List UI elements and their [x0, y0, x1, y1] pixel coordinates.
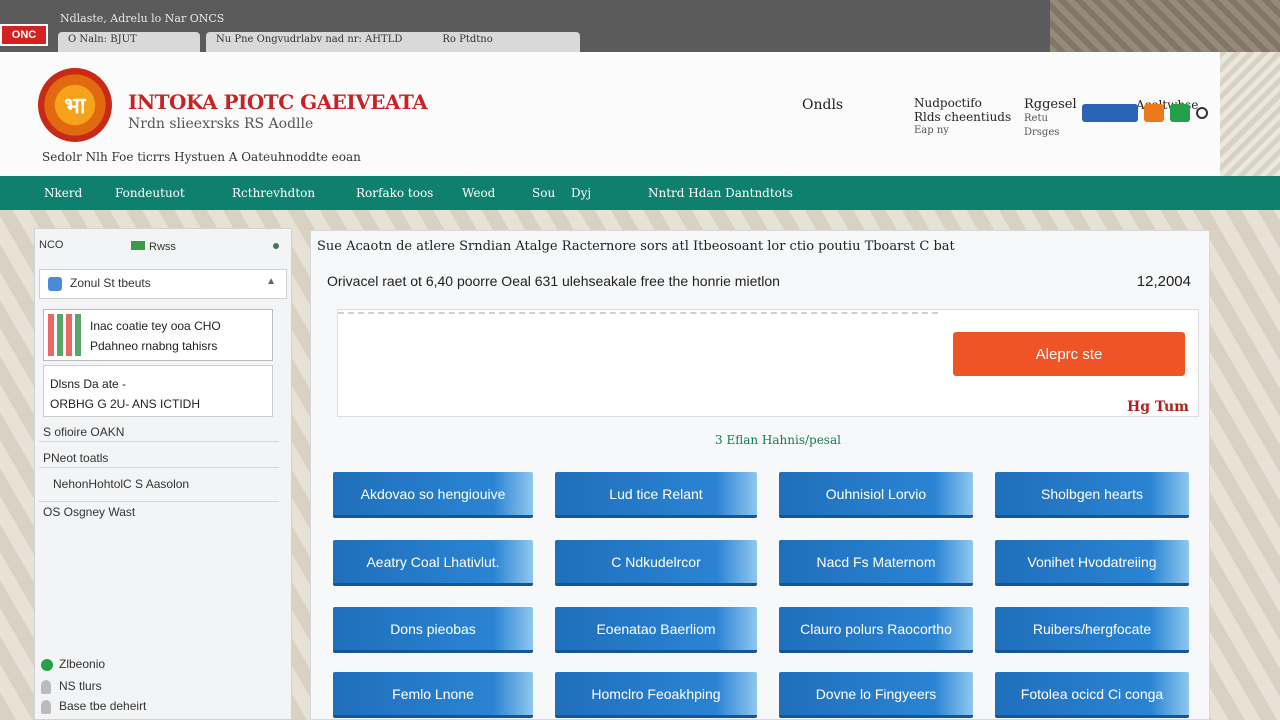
header-link-2-line1: Nudpoctifo: [914, 96, 982, 110]
service-button[interactable]: C Ndkudelrcor: [555, 540, 757, 586]
header-link-3[interactable]: Rggesel Retu Drsges: [1024, 98, 1077, 140]
main-navigation: Nkerd Fondeutuot Rcthrevhdton Rorfako to…: [0, 176, 1280, 210]
site-subtitle: Nrdn slieexrsks RS Aodlle: [128, 116, 314, 132]
logo-tab[interactable]: ONC: [0, 24, 48, 46]
service-button[interactable]: Sholbgen hearts: [995, 472, 1189, 518]
reference-code: 12,2004: [1136, 273, 1191, 290]
language-toggle-icon[interactable]: [1082, 104, 1138, 122]
sidebar-bottom-3[interactable]: Base tbe deheirt: [41, 699, 146, 714]
sidebar-bottom-3-label: Base tbe deheirt: [59, 699, 147, 713]
card1-line2: Pdahneo rnabng tahisrs: [90, 339, 218, 353]
sidebar-card-2[interactable]: Dlsns Da ate - ORBHG G 2U- ANS ICTIDH: [43, 365, 273, 417]
sidebar-bottom-1-label: Zlbeonio: [59, 657, 106, 671]
divider: [39, 501, 279, 502]
service-button[interactable]: Homclro Feoakhping: [555, 672, 757, 718]
map-decoration: [1050, 0, 1280, 52]
sidebar-select-label: Zonul St tbeuts: [70, 276, 151, 290]
service-button[interactable]: Ouhnisiol Lorvio: [779, 472, 973, 518]
service-button[interactable]: Nacd Fs Maternom: [779, 540, 973, 586]
header-link-2[interactable]: Nudpoctifo Rlds cheentiuds Eap ny: [914, 96, 1011, 138]
nav-item-5[interactable]: Weod: [462, 186, 495, 200]
site-title: INTOKA PIOTC GAEIVEATA: [128, 90, 428, 114]
contrast-icon[interactable]: [1170, 104, 1190, 122]
tab-1[interactable]: O Naln: BJUT: [58, 32, 200, 52]
sidebar-card-1[interactable]: Inac coatie tey ooa CHO Pdahneo rnabng t…: [43, 309, 273, 361]
location-icon: [48, 276, 62, 291]
header-link-3-line1: Rggesel: [1024, 97, 1077, 112]
browser-top-strip: Ndlaste, Adrelu lo Nar ONCS ONC O Naln: …: [0, 0, 1280, 52]
sidebar-head-label: Rwss: [149, 241, 176, 253]
site-tagline: Sedolr Nlh Foe ticrrs Hystuen A Oateuhno…: [42, 150, 361, 164]
sidebar-select[interactable]: Zonul St tbeuts ▲: [39, 269, 287, 299]
tab-2-label: Nu Pne Ongvudrlabv nad nr: AHTLD: [216, 34, 403, 45]
service-button[interactable]: Fotolea ocicd Ci conga: [995, 672, 1189, 718]
apply-button[interactable]: Aleprc ste: [953, 332, 1185, 376]
header-link-3-line3: Drsges: [1024, 127, 1060, 138]
header-link-2-line3: Eap ny: [914, 125, 949, 136]
tab-3-label: Ro Ptdtno: [442, 34, 493, 45]
service-button[interactable]: Dons pieobas: [333, 607, 533, 653]
search-input[interactable]: [338, 310, 938, 314]
sidebar-head-number: NCO: [39, 239, 64, 251]
header-link-2-line2: Rlds cheentiuds: [914, 110, 1012, 124]
accessibility-icon[interactable]: [1144, 104, 1164, 122]
settings-ring-icon[interactable]: [1196, 107, 1208, 119]
divider: [39, 441, 279, 442]
main-panel: Sue Acaotn de atlere Srndian Atalge Ract…: [310, 230, 1210, 720]
nav-item-7[interactable]: Dyj: [571, 186, 591, 200]
nav-item-3[interactable]: Rcthrevhdton: [232, 186, 315, 200]
tab-2[interactable]: Nu Pne Ongvudrlabv nad nr: AHTLD Ro Ptdtn…: [206, 32, 580, 52]
nav-item-6[interactable]: Sou: [532, 186, 555, 200]
nav-item-2[interactable]: Fondeutuot: [115, 186, 185, 200]
header-link-3-line2: Retu: [1024, 113, 1048, 124]
service-button[interactable]: Femlo Lnone: [333, 672, 533, 718]
divider: [39, 467, 279, 468]
nav-item-4[interactable]: Rorfako toos: [356, 186, 433, 200]
service-button[interactable]: Dovne lo Fingyeers: [779, 672, 973, 718]
card1-line1: Inac coatie tey ooa CHO: [90, 319, 221, 333]
pin-icon: [41, 699, 51, 714]
page-subtitle: Orivacel raet ot 6,40 poorre Oeal 631 ul…: [327, 273, 780, 289]
user-icon: [41, 679, 51, 694]
card2-line2: ORBHG G 2U- ANS ICTIDH: [50, 397, 201, 411]
sidebar-bottom-2-label: NS tlurs: [59, 679, 102, 693]
service-button[interactable]: Akdovao so hengiouive: [333, 472, 533, 518]
sidebar-item-2[interactable]: PNeot toatls: [43, 451, 108, 465]
service-button[interactable]: Clauro polurs Raocortho: [779, 607, 973, 653]
hint-link[interactable]: Hg Tum: [1127, 399, 1189, 415]
header-link-1[interactable]: Ondls: [802, 98, 843, 112]
sidebar: NCO Rwss Zonul St tbeuts ▲ Inac coatie t…: [34, 228, 292, 720]
results-count: 3 Eflan Hahnis/pesal: [715, 433, 841, 447]
header-icon-group: [1082, 104, 1208, 122]
card2-line1: Dlsns Da ate -: [50, 377, 127, 391]
chevron-down-icon: ▲: [266, 276, 276, 287]
sidebar-item-4[interactable]: OS Osgney Wast: [43, 505, 135, 519]
service-button[interactable]: Vonihet Hvodatreiing: [995, 540, 1189, 586]
card-thumbnail: [48, 314, 84, 356]
site-header: भा INTOKA PIOTC GAEIVEATA Nrdn slieexrsk…: [0, 52, 1280, 176]
header-map-decoration: [1220, 52, 1280, 176]
sidebar-item-3[interactable]: NehonHohtolC S Aasolon: [53, 477, 189, 491]
sidebar-bottom-2[interactable]: NS tlurs: [41, 679, 102, 694]
sidebar-item-1[interactable]: S ofioire OAKN: [43, 425, 124, 439]
sidebar-header: NCO Rwss: [39, 235, 287, 263]
green-dot-icon: [41, 658, 53, 671]
nav-item-1[interactable]: Nkerd: [44, 186, 82, 200]
service-button[interactable]: Eoenatao Baerliom: [555, 607, 757, 653]
flag-icon: [131, 241, 145, 250]
search-box-panel: Aleprc ste: [337, 309, 1199, 417]
emblem-logo[interactable]: भा: [38, 68, 112, 142]
service-button[interactable]: Aeatry Coal Lhativlut.: [333, 540, 533, 586]
service-button[interactable]: Lud tice Relant: [555, 472, 757, 518]
top-breadcrumb: Ndlaste, Adrelu lo Nar ONCS: [60, 12, 225, 25]
status-dot-icon: [273, 243, 279, 249]
page-breadcrumb: Sue Acaotn de atlere Srndian Atalge Ract…: [317, 239, 955, 254]
nav-item-8[interactable]: Nntrd Hdan Dantndtots: [648, 186, 793, 200]
service-button[interactable]: Ruibers/hergfocate: [995, 607, 1189, 653]
sidebar-bottom-1[interactable]: Zlbeonio: [41, 657, 105, 671]
